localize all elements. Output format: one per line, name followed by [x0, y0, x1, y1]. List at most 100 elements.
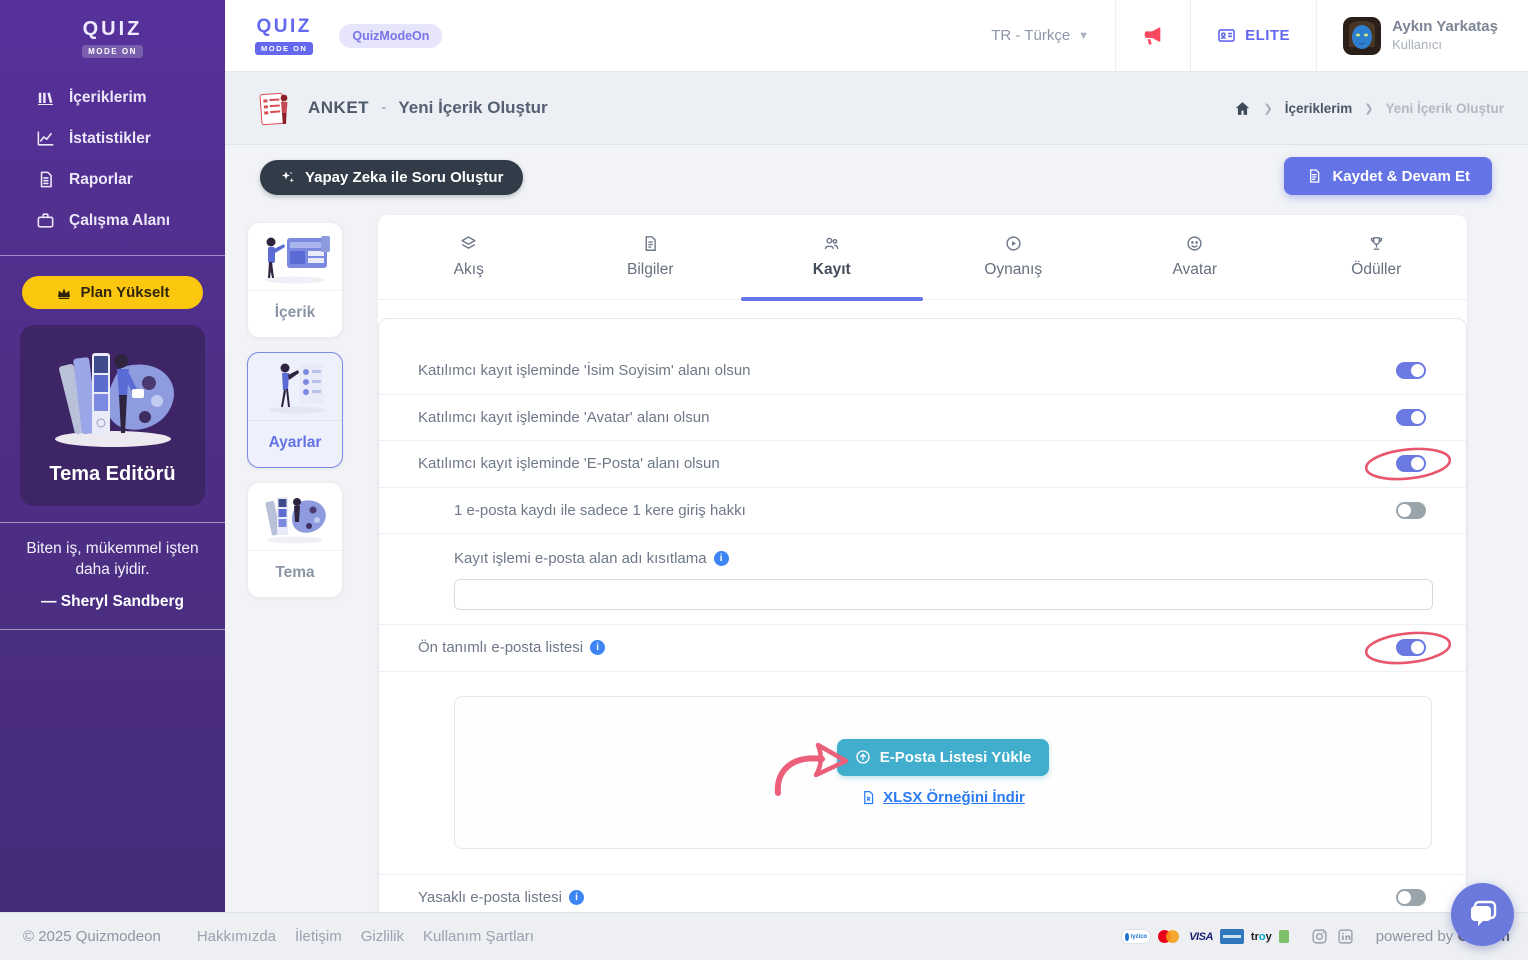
setting-row-banned-list: Yasaklı e-posta listesi i — [379, 875, 1466, 913]
user-role: Kullanıcı — [1392, 36, 1442, 52]
announcements-button[interactable] — [1115, 0, 1190, 71]
tab-avatar[interactable]: Avatar — [1104, 215, 1286, 299]
sidebar-nav: İçeriklerim İstatistikler Raporlar Çalış… — [0, 77, 225, 241]
tab-label: Avatar — [1172, 261, 1218, 278]
copyright: © 2025 Quizmodeon — [23, 928, 161, 945]
plan-badge[interactable]: ELITE — [1190, 0, 1316, 71]
tab-label: Ödüller — [1351, 261, 1402, 278]
footer-link-terms[interactable]: Kullanım Şartları — [423, 928, 534, 945]
content-type-label: ANKET — [308, 98, 370, 117]
workspace-badge[interactable]: QuizModeOn — [339, 23, 443, 48]
breadcrumb: ❯ İçeriklerim ❯ Yeni İçerik Oluştur — [1234, 100, 1504, 117]
pci-badge-icon — [1278, 930, 1289, 943]
xlsx-file-icon — [861, 790, 876, 805]
sidebar-item-label: Çalışma Alanı — [69, 211, 171, 229]
payment-methods: iyzico VISA troy — [1121, 929, 1289, 944]
sidebar-item-label: İçeriklerim — [69, 88, 147, 106]
header-logo[interactable]: QUIZ MODE ON — [255, 15, 314, 56]
play-circle-icon — [1005, 235, 1022, 252]
user-menu[interactable]: Aykın Yarkataş Kullanıcı — [1316, 0, 1528, 71]
info-icon[interactable]: i — [590, 640, 606, 656]
sidebar-divider — [0, 255, 225, 256]
domain-restriction-input[interactable] — [454, 579, 1433, 610]
chevron-down-icon: ▼ — [1078, 29, 1090, 42]
breadcrumb-contents-link[interactable]: İçeriklerim — [1285, 101, 1353, 116]
trophy-icon — [1368, 235, 1385, 252]
survey-icon — [258, 90, 292, 126]
footer: © 2025 Quizmodeon Hakkımızda İletişim Gi… — [0, 912, 1528, 960]
section-tab-theme[interactable]: Tema — [247, 482, 343, 598]
upgrade-plan-label: Plan Yükselt — [80, 284, 170, 301]
breadcrumb-bar: ANKET - Yeni İçerik Oluştur ❯ İçerikleri… — [225, 72, 1528, 145]
setting-row-fullname: Katılımcı kayıt işleminde 'İsim Soyisim'… — [379, 348, 1466, 395]
save-continue-button[interactable]: Kaydet & Devam Et — [1284, 157, 1492, 195]
settings-tabs: Akış Bilgiler Kayıt Oynanış Avatar Ödüll… — [378, 215, 1468, 301]
instagram-icon[interactable] — [1311, 928, 1328, 945]
tab-label: Kayıt — [812, 261, 851, 278]
powered-by-text: powered by — [1375, 927, 1454, 945]
avatar-toggle[interactable] — [1396, 408, 1426, 426]
logo-text: QUIZ — [256, 15, 312, 37]
logo-mode-on-badge: MODE ON — [82, 45, 143, 58]
sidebar-item-statistics[interactable]: İstatistikler — [0, 118, 225, 159]
footer-link-contact[interactable]: İletişim — [295, 928, 342, 945]
sidebar-item-reports[interactable]: Raporlar — [0, 159, 225, 200]
linkedin-icon[interactable] — [1337, 928, 1354, 945]
setting-label: Katılımcı kayıt işleminde 'İsim Soyisim'… — [418, 362, 751, 380]
section-tab-label: İçerik — [274, 304, 316, 321]
face-icon — [1186, 235, 1203, 252]
language-label: TR - Türkçe — [991, 27, 1071, 44]
footer-link-privacy[interactable]: Gizlilik — [361, 928, 404, 945]
fullname-toggle[interactable] — [1396, 362, 1426, 380]
sidebar-item-label: İstatistikler — [69, 129, 151, 147]
logo-text: QUIZ — [82, 18, 143, 40]
home-icon[interactable] — [1234, 100, 1251, 117]
quote-box: Biten iş, mükemmel işten daha iyidir. — … — [0, 522, 225, 630]
chevron-right-icon: ❯ — [1364, 102, 1374, 115]
sidebar-item-workspace[interactable]: Çalışma Alanı — [0, 200, 225, 241]
section-tab-content[interactable]: İçerik — [247, 222, 343, 338]
content-card: Akış Bilgiler Kayıt Oynanış Avatar Ödüll… — [378, 215, 1467, 912]
info-icon[interactable]: i — [713, 550, 729, 566]
tab-info[interactable]: Bilgiler — [560, 215, 742, 299]
upload-email-list-button[interactable]: E-Posta Listesi Yükle — [836, 738, 1050, 776]
setting-row-avatar: Katılımcı kayıt işleminde 'Avatar' alanı… — [379, 395, 1466, 441]
download-xlsx-sample-link[interactable]: XLSX Örneğini İndir — [861, 789, 1025, 806]
theme-illustration — [248, 483, 342, 551]
crown-icon — [56, 285, 72, 301]
setting-row-email: Katılımcı kayıt işleminde 'E-Posta' alan… — [379, 441, 1466, 488]
breadcrumb-current: Yeni İçerik Oluştur — [1385, 100, 1504, 116]
stats-icon — [36, 129, 55, 148]
quote-text: Biten iş, mükemmel işten daha iyidir. — [26, 540, 199, 578]
upgrade-plan-button[interactable]: Plan Yükselt — [22, 276, 203, 309]
sidebar-logo[interactable]: QUIZ MODE ON — [0, 0, 225, 59]
ai-generate-button[interactable]: Yapay Zeka ile Soru Oluştur — [260, 160, 524, 195]
setting-label: 1 e-posta kaydı ile sadece 1 kere giriş … — [454, 501, 746, 519]
tab-rewards[interactable]: Ödüller — [1286, 215, 1468, 299]
tab-registration[interactable]: Kayıt — [741, 215, 923, 301]
footer-link-about[interactable]: Hakkımızda — [197, 928, 276, 945]
tab-gameplay[interactable]: Oynanış — [923, 215, 1105, 299]
troy-icon: troy — [1250, 930, 1272, 943]
info-icon[interactable]: i — [568, 890, 584, 906]
content-illustration — [248, 223, 342, 291]
chevron-right-icon: ❯ — [1263, 102, 1273, 115]
single-entry-toggle[interactable] — [1396, 501, 1426, 519]
chat-widget-button[interactable] — [1451, 883, 1514, 946]
language-selector[interactable]: TR - Türkçe ▼ — [965, 0, 1115, 71]
setting-label: Ön tanımlı e-posta listesi — [418, 639, 584, 657]
tab-label: Oynanış — [984, 261, 1043, 278]
sidebar-item-contents[interactable]: İçeriklerim — [0, 77, 225, 118]
predefined-list-toggle[interactable] — [1396, 639, 1426, 657]
setting-label: Yasaklı e-posta listesi — [418, 889, 562, 907]
editor-section-tabs: İçerik Ayarlar Tema — [247, 222, 343, 612]
tab-flow[interactable]: Akış — [378, 215, 560, 299]
top-header: QUIZ MODE ON QuizModeOn TR - Türkçe ▼ EL… — [225, 0, 1528, 72]
section-tab-label: Ayarlar — [268, 434, 322, 451]
theme-editor-illustration — [30, 339, 195, 451]
banned-list-toggle[interactable] — [1396, 889, 1426, 907]
sidebar-item-label: Raporlar — [69, 170, 133, 188]
section-tab-settings[interactable]: Ayarlar — [247, 352, 343, 468]
theme-editor-card[interactable]: Tema Editörü — [20, 325, 205, 506]
email-toggle[interactable] — [1396, 455, 1426, 473]
